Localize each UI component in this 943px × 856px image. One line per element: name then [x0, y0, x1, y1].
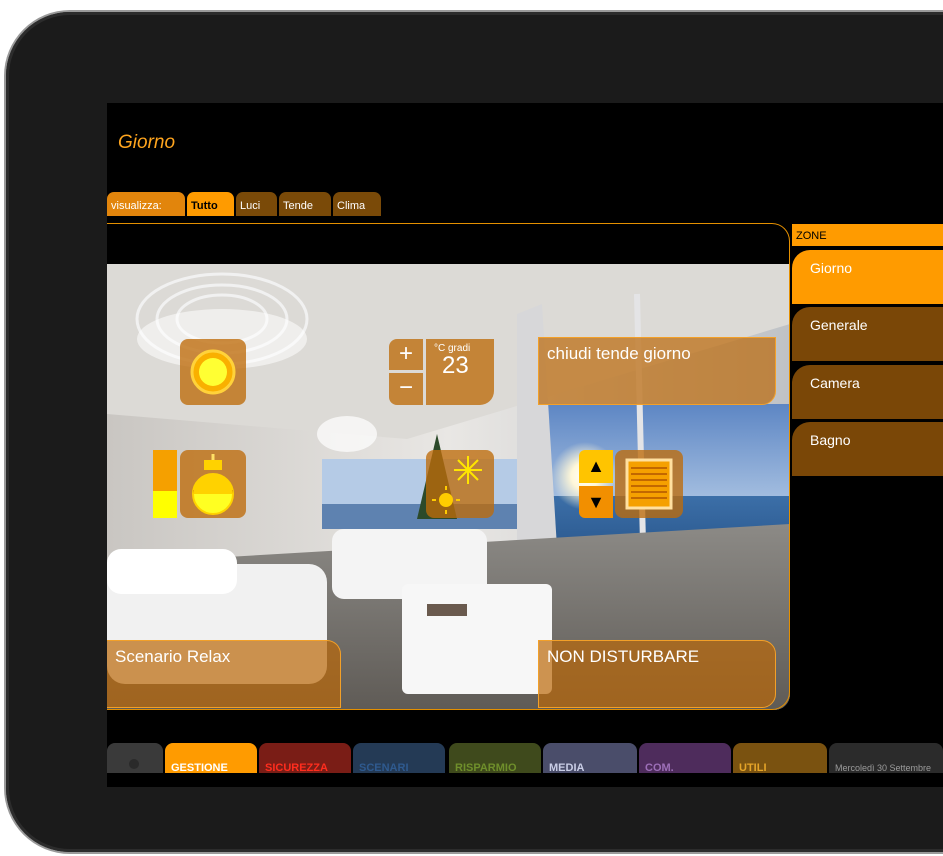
home-dot-icon	[129, 759, 139, 769]
nav-tab-utili[interactable]: UTILI	[733, 743, 827, 773]
dimmer-slider[interactable]	[153, 450, 177, 518]
zone-generale[interactable]: Generale	[792, 307, 943, 361]
dimmer-level-fill	[153, 490, 177, 518]
page-title: Giorno	[118, 132, 176, 153]
filter-tab-luci[interactable]: Luci	[236, 192, 277, 216]
pendant-lamp-button[interactable]	[180, 450, 246, 518]
filter-tab-tutto[interactable]: Tutto	[187, 192, 234, 216]
nav-tab-risparmio[interactable]: RISPARMIO	[449, 743, 541, 773]
do-not-disturb-button[interactable]: NON DISTURBARE	[538, 640, 776, 708]
nav-tab-scenari[interactable]: SCENARI	[353, 743, 445, 773]
light-toggle-button[interactable]	[180, 339, 246, 405]
temperature-display: °C gradi 23	[426, 339, 494, 405]
zone-camera[interactable]: Camera	[792, 365, 943, 419]
climate-button[interactable]	[426, 450, 494, 518]
nav-tab-sicurezza[interactable]: SICUREZZA	[259, 743, 351, 773]
date-display: Mercoledì 30 Settembre	[829, 743, 943, 773]
zone-giorno[interactable]: Giorno	[792, 250, 943, 304]
shutter-up-button[interactable]: ▲	[579, 450, 613, 483]
filter-tab-tende[interactable]: Tende	[279, 192, 331, 216]
blinds-scene-button[interactable]: chiudi tende giorno	[538, 337, 776, 405]
scenario-relax-button[interactable]: Scenario Relax	[107, 640, 341, 708]
filter-tab-clima[interactable]: Clima	[333, 192, 381, 216]
temp-minus-button[interactable]: −	[389, 373, 423, 405]
nav-tab-media[interactable]: MEDIA	[543, 743, 637, 773]
nav-tab-home[interactable]	[107, 743, 163, 773]
pendant-lamp-icon	[192, 454, 234, 515]
shutter-status	[615, 450, 683, 518]
zones-header: ZONE	[792, 224, 943, 246]
temp-plus-button[interactable]: +	[389, 339, 423, 370]
temperature-value: 23	[442, 352, 469, 379]
nav-tab-gestione[interactable]: GESTIONE	[165, 743, 257, 773]
shutter-down-button[interactable]: ▼	[579, 486, 613, 518]
nav-tab-com[interactable]: COM.	[639, 743, 731, 773]
shutter-icon	[625, 458, 673, 510]
zone-bagno[interactable]: Bagno	[792, 422, 943, 476]
filter-label: visualizza:	[107, 192, 185, 216]
light-bulb-icon	[190, 349, 236, 395]
snowflake-sun-icon	[432, 456, 482, 514]
